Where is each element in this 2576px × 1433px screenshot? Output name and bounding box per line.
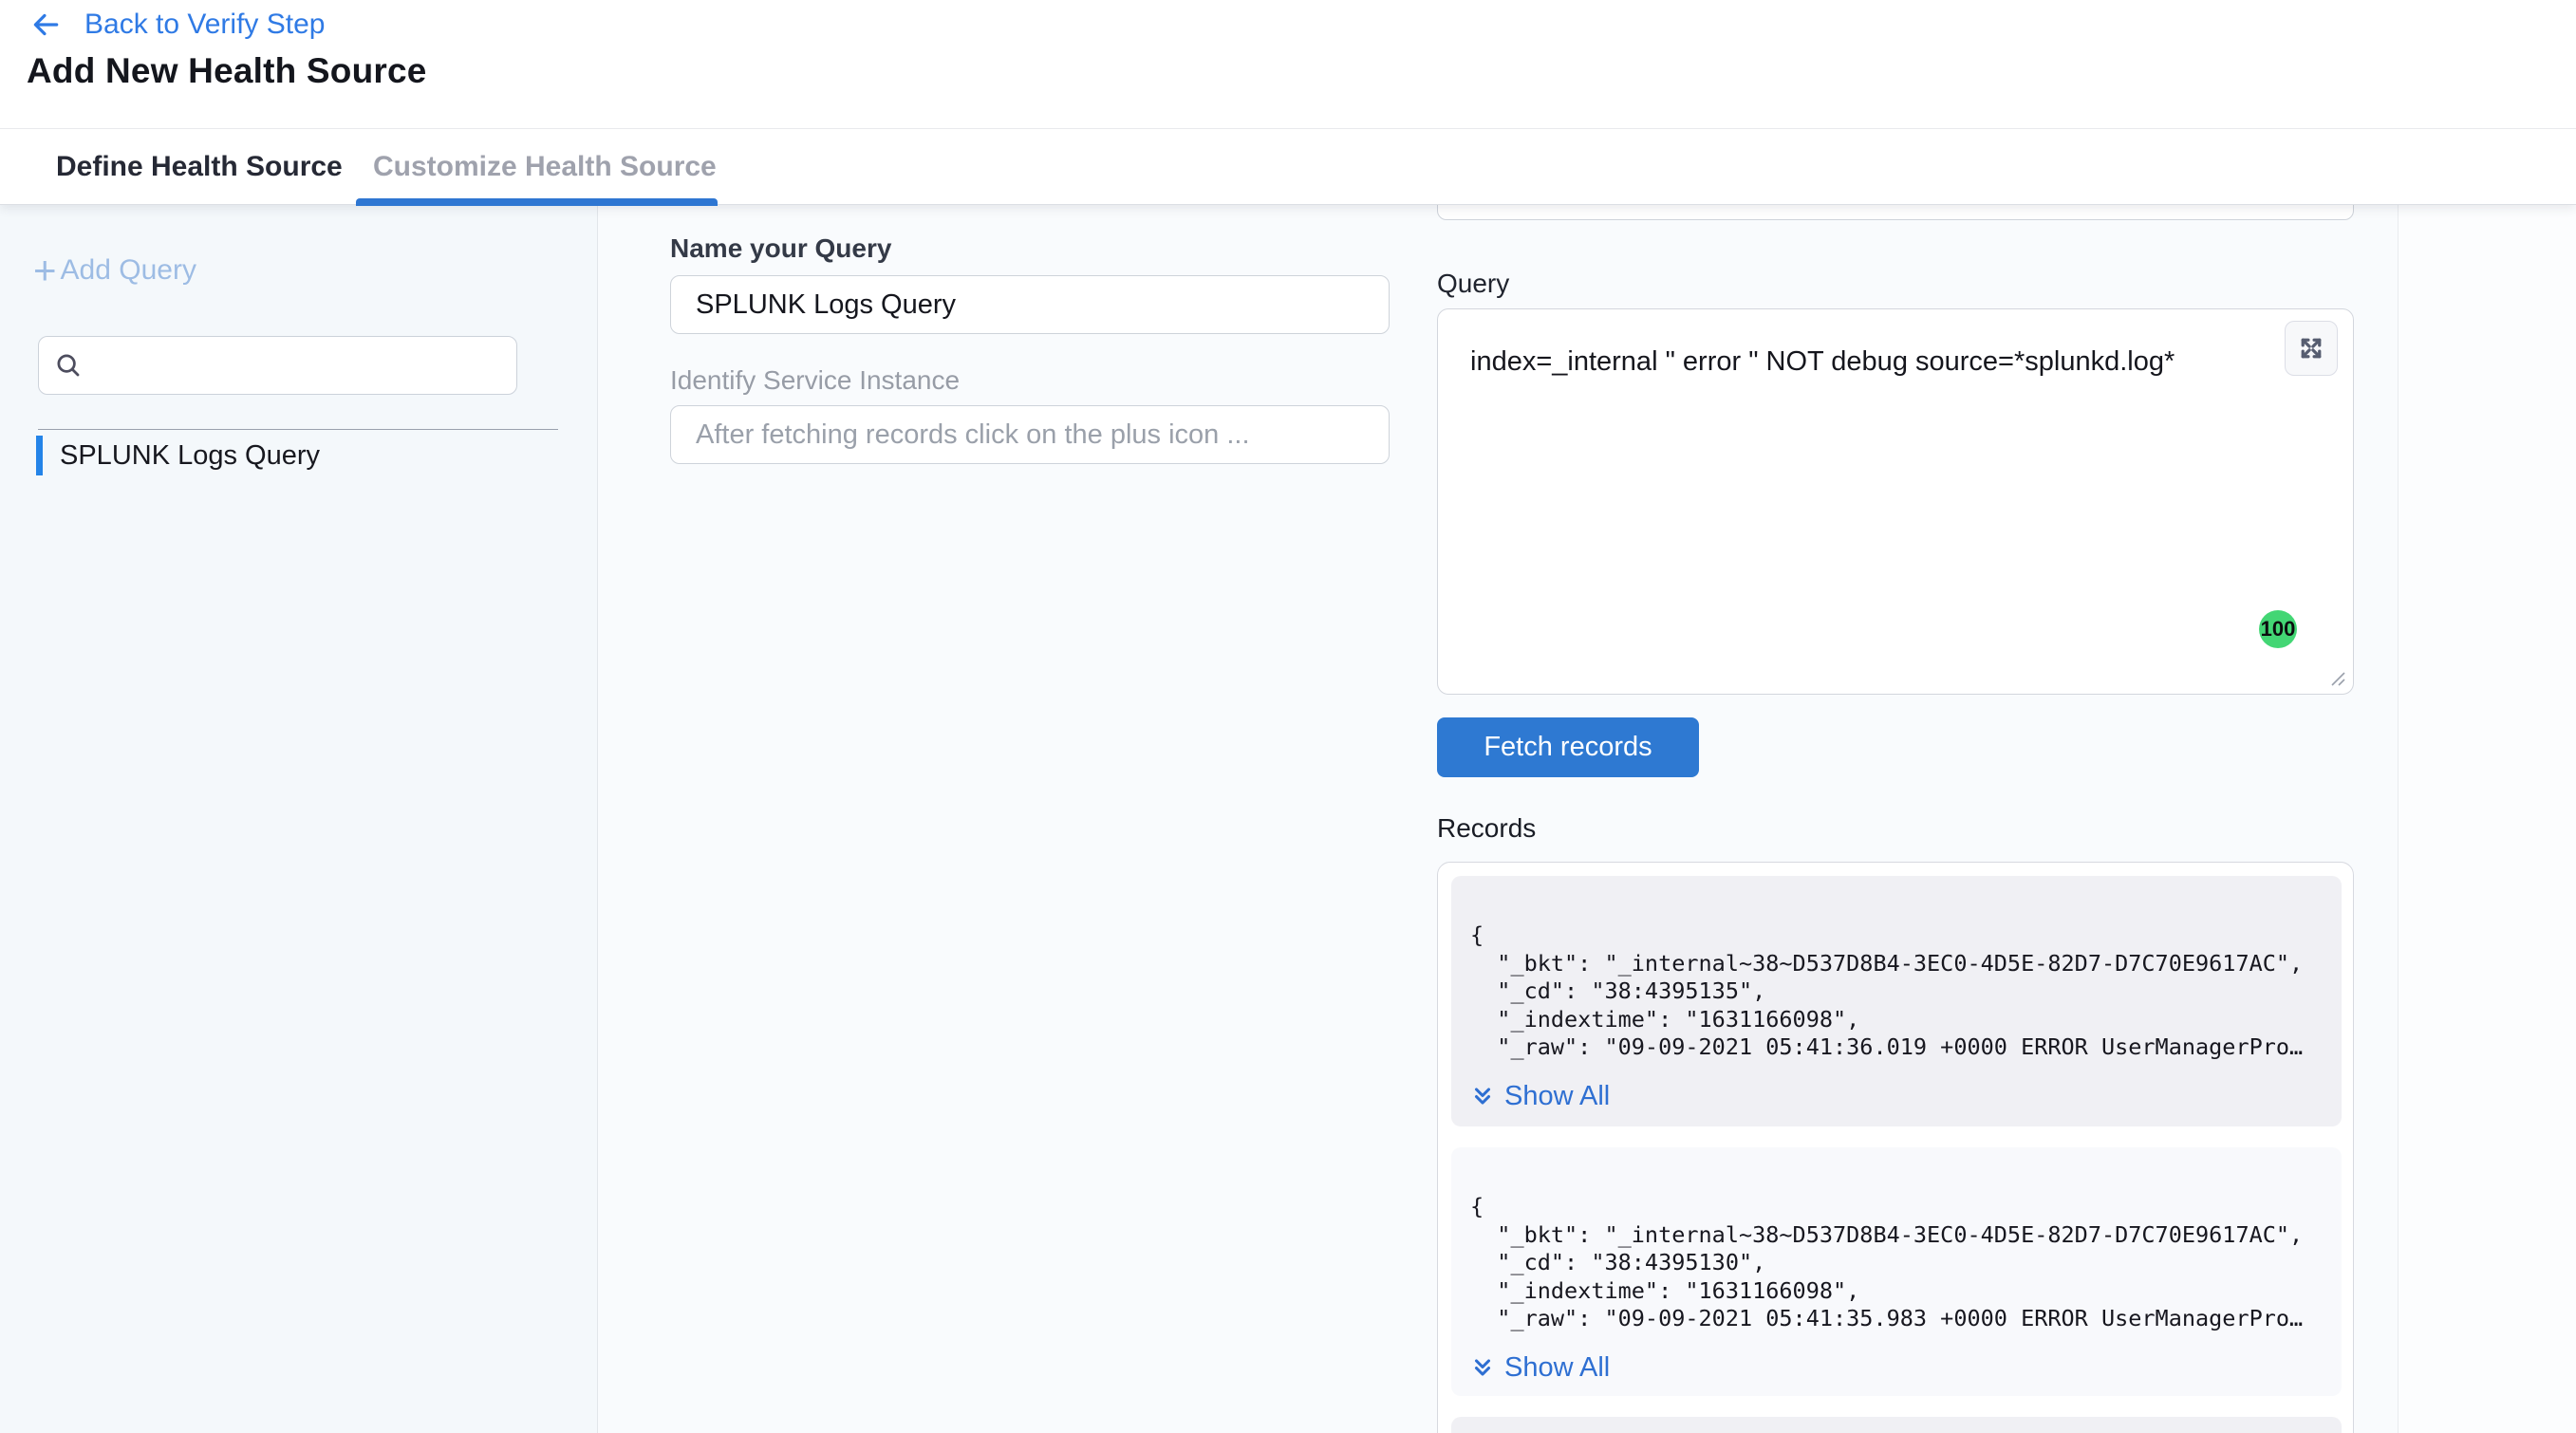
tab-bar: Define Health Source Customize Health So…	[0, 129, 2576, 205]
fetch-records-button[interactable]: Fetch records	[1437, 717, 1699, 777]
tab-customize-health-source[interactable]: Customize Health Source	[356, 129, 734, 205]
query-textarea[interactable]: index=_internal " error " NOT debug sour…	[1438, 309, 2353, 694]
record-json-line: "_indextime": "1631166098",	[1470, 1277, 2323, 1306]
record-json-line: {	[1470, 921, 2323, 950]
records-label: Records	[1437, 813, 1536, 844]
show-all-link[interactable]: Show All	[1470, 1081, 1610, 1112]
page-header: Back to Verify Step Add New Health Sourc…	[0, 0, 2576, 205]
record-json-line: "_bkt": "_internal~38~D537D8B4-3EC0-4D5E…	[1470, 1221, 2323, 1250]
add-query-button[interactable]: + Add Query	[33, 254, 196, 287]
record-card: { "_bkt": "_internal~38~D537D8B4-3EC0-4D…	[1451, 876, 2342, 1126]
sidebar-divider	[38, 429, 558, 430]
search-input[interactable]	[38, 336, 517, 395]
back-to-verify-link[interactable]: Back to Verify Step	[29, 8, 325, 42]
record-json-line: "_raw": "09-09-2021 05:41:36.019 +0000 E…	[1470, 1033, 2323, 1062]
add-health-source-screen: Back to Verify Step Add New Health Sourc…	[0, 0, 2576, 1433]
sidebar-item-splunk-logs-query[interactable]: SPLUNK Logs Query	[36, 435, 568, 476]
expand-query-button[interactable]	[2285, 321, 2338, 376]
main-content: Name your Query Identify Service Instanc…	[599, 205, 2398, 1433]
show-all-label: Show All	[1504, 1352, 1610, 1384]
identify-service-instance-label: Identify Service Instance	[670, 365, 960, 396]
search-icon	[54, 351, 83, 380]
add-query-label: Add Query	[61, 254, 196, 287]
name-query-label: Name your Query	[670, 233, 891, 264]
query-label: Query	[1437, 269, 1509, 299]
page-title: Add New Health Source	[27, 51, 427, 91]
service-instance-input[interactable]	[670, 405, 1390, 464]
back-link-label: Back to Verify Step	[84, 9, 325, 41]
record-card: { "_bkt": "_internal~38~D537D8B4-3EC0-4D…	[1451, 1147, 2342, 1396]
textarea-resize-grip[interactable]	[2328, 669, 2347, 688]
query-search	[38, 336, 517, 395]
query-name-input[interactable]	[670, 275, 1390, 334]
right-gutter	[2398, 205, 2576, 1433]
query-editor: index=_internal " error " NOT debug sour…	[1437, 308, 2354, 695]
record-json-line: "_raw": "09-09-2021 05:41:35.983 +0000 E…	[1470, 1305, 2323, 1333]
record-json-line: "_cd": "38:4395135",	[1470, 977, 2323, 1006]
expand-icon	[2297, 334, 2325, 363]
active-tab-underline	[356, 198, 718, 206]
show-all-link[interactable]: Show All	[1470, 1352, 1610, 1384]
double-chevron-down-icon	[1470, 1355, 1495, 1380]
records-container: { "_bkt": "_internal~38~D537D8B4-3EC0-4D…	[1437, 862, 2354, 1433]
query-item-label: SPLUNK Logs Query	[60, 440, 320, 472]
selected-item-bar	[36, 436, 43, 475]
back-arrow-icon	[29, 9, 62, 41]
record-json-line: "_bkt": "_internal~38~D537D8B4-3EC0-4D5E…	[1470, 950, 2323, 978]
query-sidebar: + Add Query SPLUNK Logs Query	[0, 205, 598, 1433]
show-all-label: Show All	[1504, 1081, 1610, 1112]
record-json-line: "_cd": "38:4395130",	[1470, 1249, 2323, 1277]
plus-icon: +	[33, 256, 57, 285]
record-count-badge: 100	[2259, 610, 2297, 648]
record-json-line: {	[1470, 1193, 2323, 1221]
double-chevron-down-icon	[1470, 1084, 1495, 1108]
tab-define-health-source[interactable]: Define Health Source	[39, 129, 360, 205]
record-card-partial	[1451, 1417, 2342, 1433]
record-json-line: "_indextime": "1631166098",	[1470, 1006, 2323, 1034]
